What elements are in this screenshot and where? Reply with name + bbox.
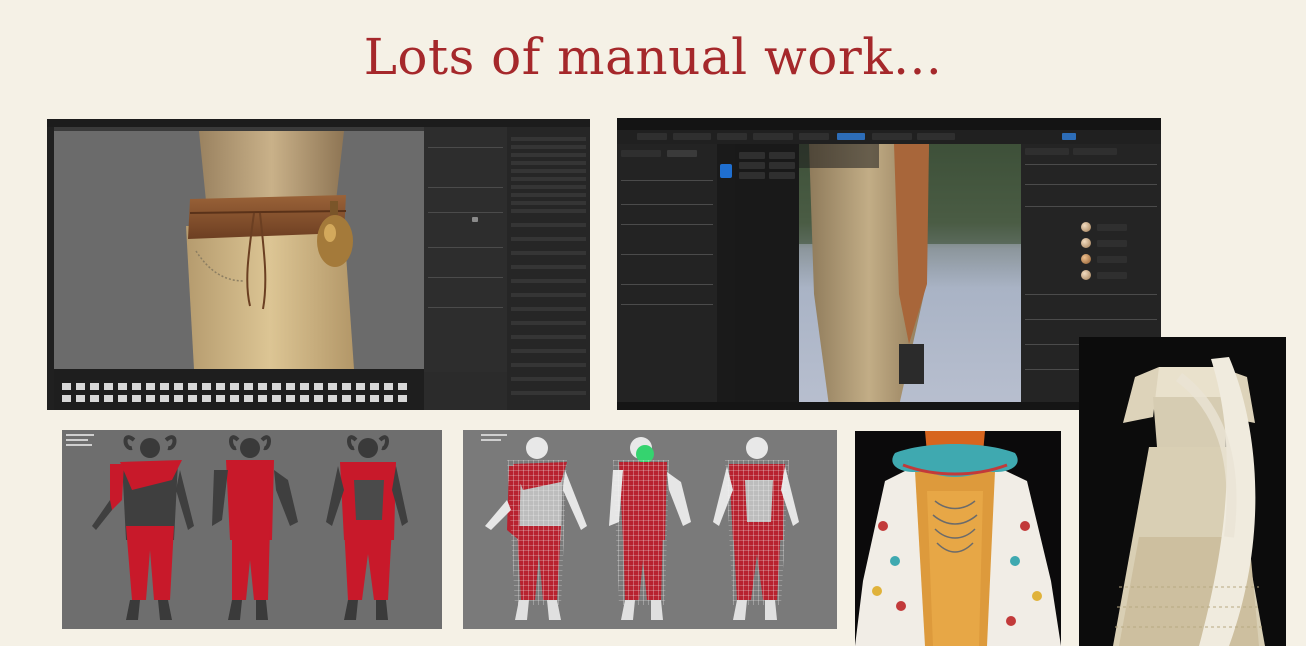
menu-bar (617, 118, 1161, 130)
wireframe-figures (485, 437, 799, 620)
3d-viewport (799, 144, 1021, 406)
clothing-mode-icon[interactable] (720, 164, 732, 178)
layers-panel (507, 127, 590, 410)
asset-shelf (54, 369, 424, 410)
pants-model (799, 144, 1021, 406)
clothing-panel (617, 144, 717, 406)
saree-figure (1113, 357, 1265, 646)
clown-figure (855, 431, 1061, 646)
sculpt-figures (92, 435, 408, 620)
red-costume-sculpt-turnaround (62, 430, 442, 629)
slide-title: Lots of manual work... (363, 28, 943, 86)
slider-handle[interactable] (472, 217, 478, 222)
3d-viewport (54, 131, 424, 369)
wireframe-costume-turnaround (463, 430, 837, 629)
tool-strip (47, 127, 54, 410)
clown-costume-render (855, 431, 1061, 646)
properties-panel (424, 127, 507, 372)
toolbar (617, 130, 1161, 144)
mode-icon-column (717, 144, 735, 406)
properties-lower (424, 372, 507, 410)
belt-and-pants-model (186, 131, 354, 369)
menu-bar (47, 119, 590, 127)
tool-buttons-panel (735, 144, 799, 406)
saree-garment-render (1079, 337, 1286, 646)
texturing-software-screenshot (47, 119, 590, 410)
